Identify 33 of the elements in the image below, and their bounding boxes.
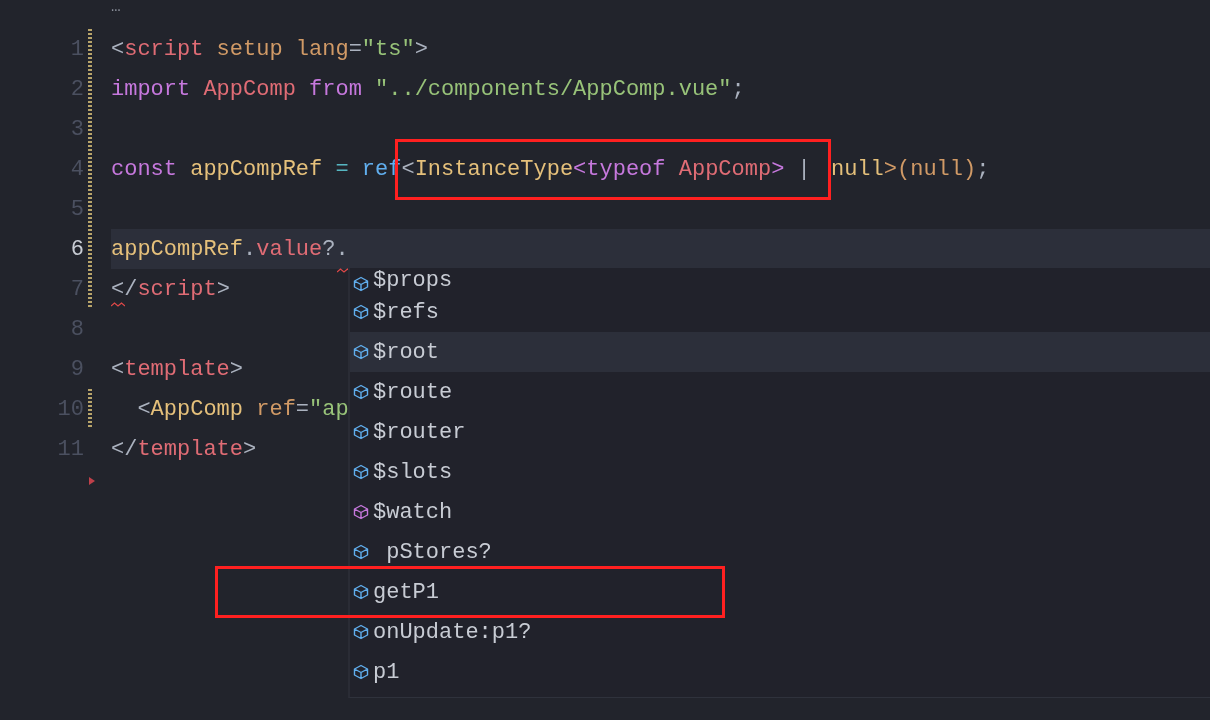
cube-icon (353, 464, 369, 480)
suggestion-item[interactable]: $slots (350, 452, 1210, 492)
suggestion-item[interactable]: pStores? (350, 532, 1210, 572)
suggestion-item[interactable]: onUpdate:p1? (350, 612, 1210, 652)
code-text: <InstanceType<typeof AppComp> | (401, 156, 812, 182)
cube-icon (353, 344, 369, 360)
code-line: import AppComp from "../components/AppComp.vue"; (111, 75, 745, 104)
code-line: </script> (111, 275, 230, 304)
code-text: null>(null); (830, 156, 990, 182)
suggestion-item[interactable]: $root (350, 332, 1210, 372)
code-line: <AppComp ref="ap (136, 395, 349, 424)
suggestion-item[interactable]: $props (350, 268, 1210, 292)
suggestion-item[interactable]: $watch (350, 492, 1210, 532)
suggestion-item[interactable]: p1 (350, 652, 1210, 692)
cube-icon (353, 304, 369, 320)
suggestion-item[interactable]: $router (350, 412, 1210, 452)
cube-icon (353, 276, 369, 292)
suggestion-item[interactable]: $refs (350, 292, 1210, 332)
code-line: </template> (111, 435, 257, 464)
cube-icon (353, 664, 369, 680)
cube-icon (353, 504, 369, 520)
cube-icon (353, 624, 369, 640)
cube-icon (353, 424, 369, 440)
suggestion-item[interactable]: $route (350, 372, 1210, 412)
suggestion-item[interactable]: getP1 (350, 572, 1210, 612)
cube-icon (353, 544, 369, 560)
code-line: <script setup lang="ts"> (111, 35, 428, 64)
code-line: appCompRef.value?. (111, 235, 349, 264)
cube-icon (353, 384, 369, 400)
code-line: <template> (111, 355, 244, 384)
fold-hint: … (110, 0, 122, 18)
cube-icon (353, 584, 369, 600)
line-number: 6 (69, 235, 84, 264)
